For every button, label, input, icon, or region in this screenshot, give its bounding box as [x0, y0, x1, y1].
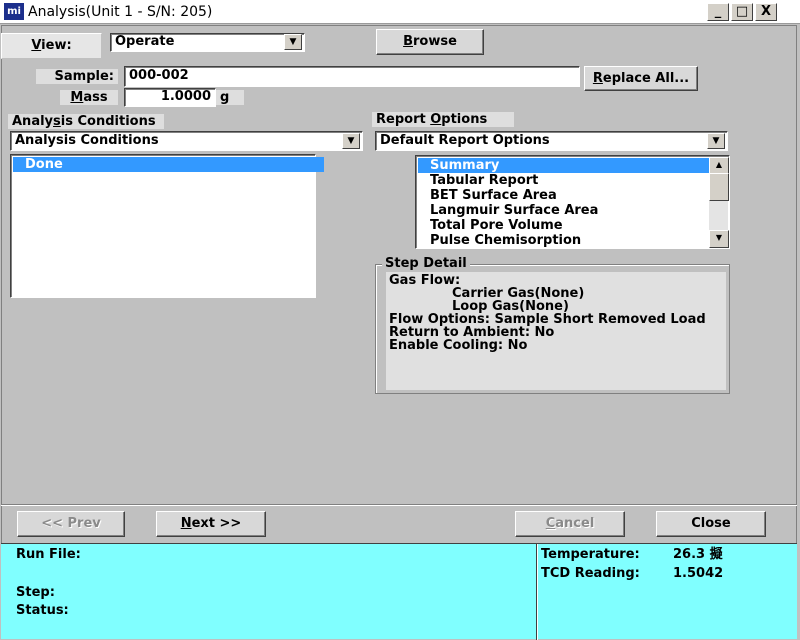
cancel-label: ancel: [555, 516, 595, 531]
browse-label: rowse: [413, 34, 457, 49]
minimize-button[interactable]: _: [707, 3, 729, 21]
replace-all-label: eplace All...: [602, 71, 690, 86]
analysis-conditions-select[interactable]: Analysis Conditions: [10, 131, 363, 151]
prev-button[interactable]: << Prev: [17, 511, 125, 537]
list-item[interactable]: Total Pore Volume: [418, 218, 563, 233]
detail-line: Gas Flow:: [389, 273, 461, 288]
step-detail-title: Step Detail: [382, 257, 470, 271]
analysis-steps-list[interactable]: Done: [10, 154, 324, 298]
cancel-button[interactable]: Cancel: [515, 511, 625, 537]
scroll-thumb[interactable]: [709, 173, 729, 201]
sample-input[interactable]: 000-002: [124, 66, 580, 87]
list-item[interactable]: Summary: [418, 158, 718, 173]
app-icon: mi: [4, 3, 24, 20]
browse-mnemonic: B: [403, 34, 413, 49]
report-label-mnemonic: O: [430, 112, 442, 127]
replace-all-mnemonic: R: [592, 71, 603, 86]
report-dropdown-arrow-icon[interactable]: ▼: [707, 133, 725, 149]
list-item[interactable]: Tabular Report: [418, 173, 538, 188]
run-file-label: Run File:: [16, 547, 81, 562]
list-item[interactable]: Done: [13, 157, 324, 172]
view-label-text: iew:: [41, 38, 72, 53]
view-dropdown-arrow-icon[interactable]: ▼: [284, 34, 302, 50]
temperature-label: Temperature:: [541, 547, 640, 562]
view-select-value: Operate: [115, 34, 175, 49]
status-divider: [536, 544, 538, 640]
step-detail-panel: Gas Flow: Carrier Gas(None) Loop Gas(Non…: [386, 272, 726, 390]
window-title: Analysis(Unit 1 - S/N: 205): [28, 4, 213, 20]
list-item[interactable]: Pulse Chemisorption: [418, 233, 581, 248]
sample-value: 000-002: [129, 68, 189, 83]
mass-input[interactable]: 1.0000: [124, 88, 216, 107]
mass-label-text: ass: [83, 90, 108, 105]
tcd-label: TCD Reading:: [541, 566, 640, 581]
report-options-value: Default Report Options: [380, 133, 550, 148]
nav-separator: [1, 504, 797, 506]
sample-label: Sample:: [36, 69, 118, 84]
close-button[interactable]: Close: [656, 511, 766, 537]
mass-label: Mass: [60, 90, 118, 105]
analysis-dropdown-arrow-icon[interactable]: ▼: [342, 133, 360, 149]
next-label: ext >>: [191, 516, 242, 531]
next-mnemonic: N: [180, 516, 192, 531]
view-select[interactable]: Operate: [110, 33, 305, 52]
tcd-value: 1.5042: [673, 566, 724, 581]
mass-value: 1.0000: [160, 89, 211, 104]
replace-all-button[interactable]: Replace All...: [584, 66, 698, 91]
analysis-label-a: Analy: [12, 114, 54, 129]
step-label: Step:: [16, 585, 55, 600]
mass-unit: g: [216, 90, 244, 105]
next-button[interactable]: Next >>: [156, 511, 266, 537]
report-types-list[interactable]: Summary Tabular Report BET Surface Area …: [415, 155, 730, 249]
detail-line: Enable Cooling: No: [389, 338, 528, 353]
analysis-conditions-value: Analysis Conditions: [15, 133, 159, 148]
mass-mnemonic: M: [70, 90, 84, 105]
list-item[interactable]: Langmuir Surface Area: [418, 203, 598, 218]
report-list-scrollbar[interactable]: ▲ ▼: [709, 157, 729, 248]
maximize-button[interactable]: □: [731, 3, 753, 21]
list-item[interactable]: BET Surface Area: [418, 188, 557, 203]
report-options-label: Report Options: [372, 112, 514, 127]
cancel-mnemonic: C: [545, 516, 556, 531]
temperature-value: 26.3 擬: [673, 547, 723, 562]
close-window-button[interactable]: X: [755, 3, 777, 21]
analysis-conditions-label: Analysis Conditions: [8, 114, 164, 129]
view-label: View:: [1, 33, 102, 59]
analysis-label-b: is Conditions: [60, 114, 156, 129]
view-label-mnemonic: V: [31, 38, 42, 53]
status-label: Status:: [16, 603, 69, 618]
report-label-b: ptions: [441, 112, 488, 127]
report-options-select[interactable]: Default Report Options: [375, 131, 728, 151]
report-label-a: Report: [376, 112, 431, 127]
status-panel: Run File: Step: Status: Temperature: 26.…: [1, 543, 797, 640]
scroll-down-icon[interactable]: ▼: [709, 230, 729, 248]
browse-button[interactable]: Browse: [376, 29, 484, 55]
analysis-label-mnemonic: s: [53, 114, 61, 129]
